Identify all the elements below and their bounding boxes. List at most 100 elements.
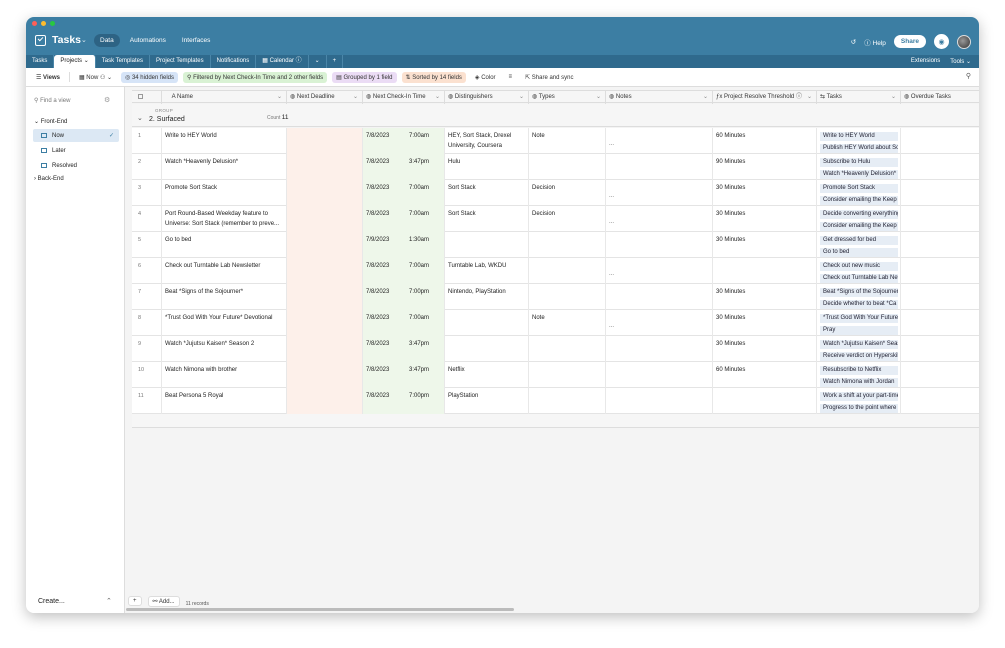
close-window-button[interactable] <box>32 21 37 26</box>
hide-fields-button[interactable]: ◎ 34 hidden fields <box>121 71 179 83</box>
distinguishers-cell[interactable]: PlayStation <box>445 388 529 414</box>
table-row[interactable]: 9 Watch *Jujutsu Kaisen* Season 2 7/8/2023… <box>132 336 979 362</box>
search-icon[interactable]: ⚲ <box>966 72 971 80</box>
distinguishers-cell[interactable] <box>445 336 529 362</box>
name-cell[interactable]: Port Round-Based Weekday feature to Univ… <box>162 206 287 232</box>
types-cell[interactable]: Note <box>529 310 606 336</box>
overdue-cell[interactable] <box>901 362 979 388</box>
chevron-down-icon[interactable]: ⌄ <box>81 36 87 44</box>
chevron-down-icon[interactable]: ⌄ <box>137 114 143 122</box>
tasks-cell[interactable]: Get dressed for bed Go to bed <box>817 232 901 258</box>
tasks-cell[interactable]: Beat *Signs of the Sojourner* Decide whet… <box>817 284 901 310</box>
sidebar-item-later[interactable]: Later <box>33 144 119 157</box>
name-cell[interactable]: Promote Sort Stack <box>162 180 287 206</box>
notes-cell[interactable] <box>606 388 713 414</box>
name-cell[interactable]: Beat *Signs of the Sojourner* <box>162 284 287 310</box>
deadline-cell[interactable] <box>287 284 363 310</box>
types-cell[interactable] <box>529 388 606 414</box>
create-button[interactable]: Create... <box>38 598 65 605</box>
threshold-cell[interactable]: 60 Minutes <box>713 362 817 388</box>
column-header-threshold[interactable]: ƒx Project Resolve Threshold ⓘ ⌄ <box>713 91 817 104</box>
column-header-next-checkin[interactable]: ◍ Next Check-In Time ⌄ <box>363 91 445 104</box>
linked-task-chip[interactable]: Watch Nimona with Jordan <box>820 378 898 387</box>
table-row[interactable]: 3 Promote Sort Stack 7/8/2023 7:00am Sort St… <box>132 180 979 206</box>
threshold-cell[interactable] <box>713 258 817 284</box>
threshold-cell[interactable]: 30 Minutes <box>713 336 817 362</box>
overdue-cell[interactable] <box>901 232 979 258</box>
notes-cell[interactable]: ... <box>606 206 713 232</box>
linked-task-chip[interactable]: Progress to the point where <box>820 404 898 413</box>
overdue-cell[interactable] <box>901 336 979 362</box>
checkin-cell[interactable]: 7/8/2023 7:00pm <box>363 284 445 310</box>
sidebar-section-backend[interactable]: › Back-End <box>34 176 64 182</box>
linked-task-chip[interactable]: Pray <box>820 326 898 335</box>
select-all-checkbox[interactable] <box>132 91 162 104</box>
tools-button[interactable]: Tools ⌄ <box>950 58 971 65</box>
row-number[interactable]: 10 <box>132 362 162 388</box>
table-row[interactable]: 7 Beat *Signs of the Sojourner* 7/8/2023 7:… <box>132 284 979 310</box>
deadline-cell[interactable] <box>287 154 363 180</box>
overdue-cell[interactable] <box>901 284 979 310</box>
tasks-cell[interactable]: Check out new music Check out Turntable L… <box>817 258 901 284</box>
table-row[interactable]: 11 Beat Persona 5 Royal 7/8/2023 7:00pm Play… <box>132 388 979 414</box>
overdue-cell[interactable] <box>901 258 979 284</box>
types-cell[interactable]: Note <box>529 128 606 154</box>
deadline-cell[interactable] <box>287 310 363 336</box>
linked-task-chip[interactable]: Beat *Signs of the Sojourner* <box>820 288 898 297</box>
deadline-cell[interactable] <box>287 180 363 206</box>
types-cell[interactable]: Decision <box>529 180 606 206</box>
threshold-cell[interactable] <box>713 388 817 414</box>
share-sync-button[interactable]: ⇱ Share and sync <box>521 72 577 83</box>
share-button[interactable]: Share <box>893 35 926 48</box>
column-header-types[interactable]: ◍ Types ⌄ <box>529 91 606 104</box>
linked-task-chip[interactable]: Publish HEY World about Sort Stack <box>820 144 898 153</box>
add-table-button[interactable]: + <box>327 55 344 68</box>
linked-task-chip[interactable]: Subscribe to Hulu <box>820 158 898 167</box>
types-cell[interactable] <box>529 154 606 180</box>
base-title[interactable]: Tasks <box>52 34 81 46</box>
distinguishers-cell[interactable]: Hulu <box>445 154 529 180</box>
column-header-tasks[interactable]: ⇆ Tasks ⌄ <box>817 91 901 104</box>
sidebar-section-frontend[interactable]: ⌄ Front-End <box>34 118 67 125</box>
notes-cell[interactable]: ... <box>606 310 713 336</box>
deadline-cell[interactable] <box>287 336 363 362</box>
zoom-window-button[interactable] <box>50 21 55 26</box>
tasks-cell[interactable]: Write to HEY World Publish HEY World abou… <box>817 128 901 154</box>
linked-task-chip[interactable]: Write to HEY World <box>820 132 898 141</box>
notes-cell[interactable]: ... <box>606 258 713 284</box>
column-header-notes[interactable]: ◍ Notes ⌄ <box>606 91 713 104</box>
row-number[interactable]: 8 <box>132 310 162 336</box>
notes-cell[interactable] <box>606 336 713 362</box>
more-tables-chevron-icon[interactable]: ⌄ <box>309 55 327 68</box>
types-cell[interactable]: Decision <box>529 206 606 232</box>
column-header-distinguishers[interactable]: ◍ Distinguishers ⌄ <box>445 91 529 104</box>
help-button[interactable]: ⓘ Help <box>864 37 886 47</box>
tab-tasks[interactable]: Tasks <box>26 55 55 68</box>
gear-icon[interactable]: ⚙ <box>104 96 110 104</box>
linked-task-chip[interactable]: Decide whether to beat *Ca <box>820 300 898 309</box>
name-cell[interactable]: Watch *Jujutsu Kaisen* Season 2 <box>162 336 287 362</box>
column-header-next-deadline[interactable]: ◍ Next Deadline ⌄ <box>287 91 363 104</box>
distinguishers-cell[interactable]: Sort Stack <box>445 206 529 232</box>
deadline-cell[interactable] <box>287 206 363 232</box>
linked-task-chip[interactable]: Get dressed for bed <box>820 236 898 245</box>
threshold-cell[interactable]: 30 Minutes <box>713 232 817 258</box>
distinguishers-cell[interactable]: HEY, Sort Stack, Drexel University, Cour… <box>445 128 529 154</box>
checkin-cell[interactable]: 7/8/2023 3:47pm <box>363 362 445 388</box>
tasks-cell[interactable]: Decide converting everything Consider ema… <box>817 206 901 232</box>
linked-task-chip[interactable]: Watch *Heavenly Delusion* <box>820 170 898 179</box>
types-cell[interactable] <box>529 336 606 362</box>
extensions-button[interactable]: Extensions <box>911 58 940 65</box>
threshold-cell[interactable]: 90 Minutes <box>713 154 817 180</box>
row-number[interactable]: 11 <box>132 388 162 414</box>
filter-button[interactable]: ⚲ Filtered by Next Check-In Time and 2 o… <box>183 71 328 83</box>
distinguishers-cell[interactable]: Sort Stack <box>445 180 529 206</box>
name-cell[interactable]: Check out Turntable Lab Newsletter <box>162 258 287 284</box>
name-cell[interactable]: *Trust God With Your Future* Devotional <box>162 310 287 336</box>
linked-task-chip[interactable]: Check out Turntable Lab Newsletter <box>820 274 898 283</box>
types-cell[interactable] <box>529 258 606 284</box>
sidebar-item-resolved[interactable]: Resolved <box>33 159 119 172</box>
row-number[interactable]: 5 <box>132 232 162 258</box>
horizontal-scrollbar[interactable] <box>126 608 514 611</box>
row-number[interactable]: 3 <box>132 180 162 206</box>
